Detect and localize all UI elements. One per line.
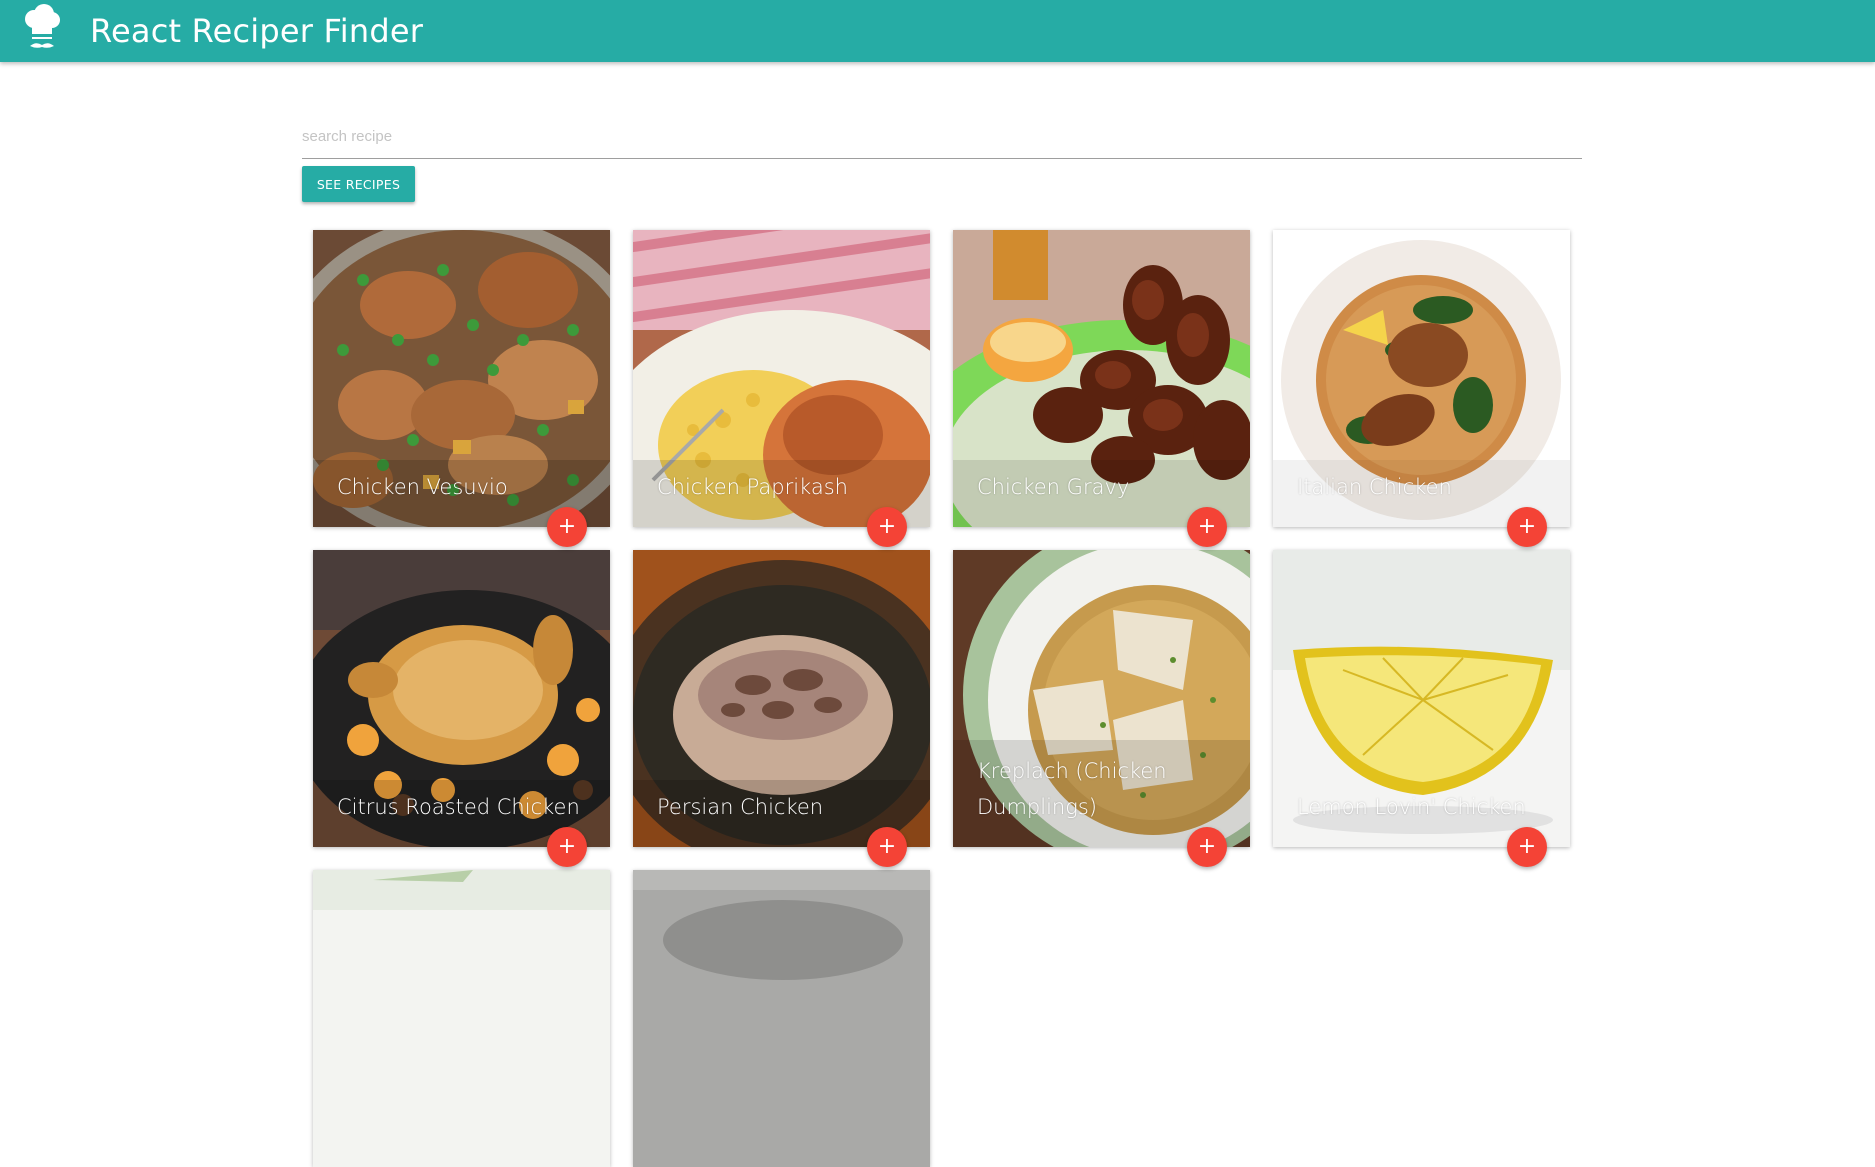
recipe-title: Lemon Lovin' Chicken bbox=[1297, 795, 1526, 819]
add-recipe-button[interactable]: + bbox=[867, 507, 907, 547]
top-navbar: React Reciper Finder bbox=[0, 0, 1875, 62]
add-recipe-button[interactable]: + bbox=[867, 827, 907, 867]
add-recipe-button[interactable]: + bbox=[547, 827, 587, 867]
search-input[interactable] bbox=[302, 118, 1582, 154]
recipe-title: Chicken Gravy bbox=[977, 475, 1130, 499]
add-recipe-button[interactable]: + bbox=[1187, 507, 1227, 547]
recipe-title: Persian Chicken bbox=[657, 795, 824, 819]
add-recipe-button[interactable]: + bbox=[1187, 827, 1227, 867]
recipe-image bbox=[313, 870, 610, 1167]
recipe-card[interactable]: Italian Chicken + bbox=[1273, 230, 1570, 547]
add-recipe-button[interactable]: + bbox=[547, 507, 587, 547]
see-recipes-button[interactable]: SEE RECIPES bbox=[302, 166, 415, 202]
app-title[interactable]: React Reciper Finder bbox=[90, 12, 423, 50]
add-recipe-button[interactable]: + bbox=[1507, 827, 1547, 867]
recipe-card[interactable]: Kreplach (Chicken Dumplings) + bbox=[953, 550, 1250, 867]
recipe-card[interactable]: Persian Chicken + bbox=[633, 550, 930, 867]
recipe-title: Chicken Paprikash bbox=[657, 475, 848, 499]
chef-hat-icon[interactable] bbox=[20, 4, 64, 50]
recipe-card[interactable]: Lemon Lovin' Chicken + bbox=[1273, 550, 1570, 867]
search-field bbox=[302, 118, 1582, 159]
recipe-title: Chicken Vesuvio bbox=[337, 475, 508, 499]
recipe-title: Italian Chicken bbox=[1297, 475, 1452, 499]
recipe-image bbox=[633, 870, 930, 1167]
recipe-title: Citrus Roasted Chicken bbox=[337, 795, 580, 819]
recipe-card[interactable]: Chicken Paprikash + bbox=[633, 230, 930, 547]
recipe-card[interactable]: Chicken Gravy + bbox=[953, 230, 1250, 547]
add-recipe-button[interactable]: + bbox=[1507, 507, 1547, 547]
recipe-card[interactable]: Chicken Vesuvio + bbox=[313, 230, 610, 547]
recipe-title: Kreplach (Chicken Dumplings) bbox=[977, 759, 1167, 819]
recipe-card[interactable] bbox=[633, 870, 930, 1167]
recipe-card[interactable] bbox=[313, 870, 610, 1167]
recipe-card[interactable]: Citrus Roasted Chicken + bbox=[313, 550, 610, 867]
